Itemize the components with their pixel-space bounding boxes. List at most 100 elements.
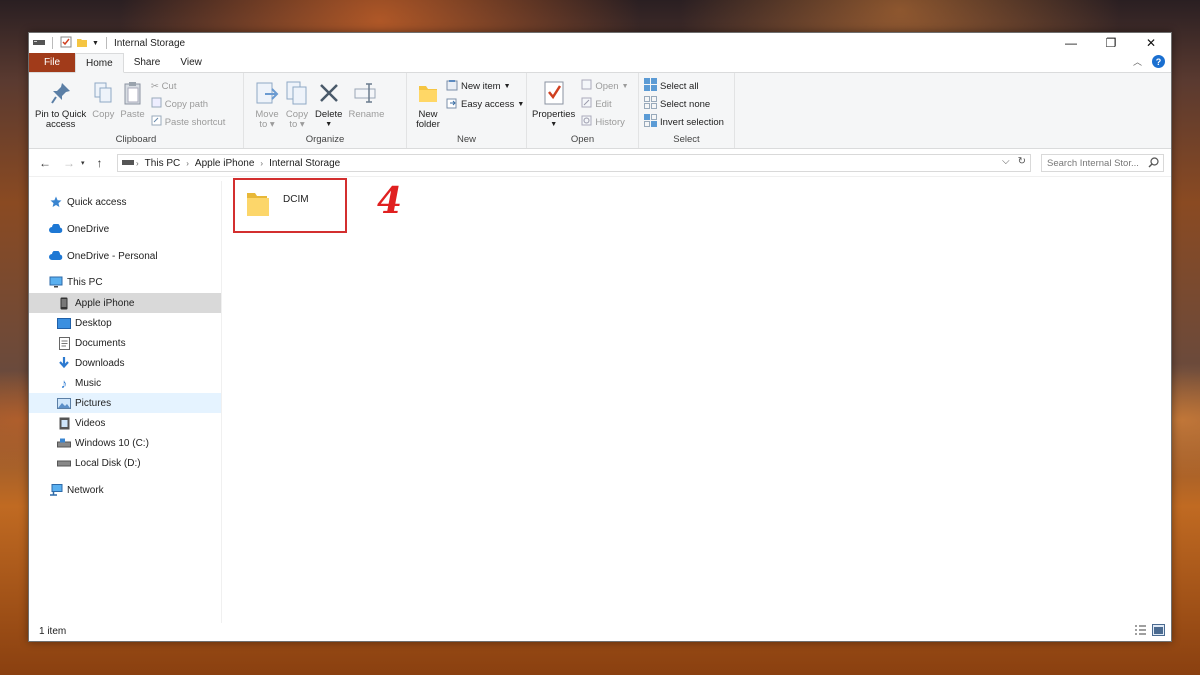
recent-locations-chevron-icon[interactable]: ▾ xyxy=(81,159,85,167)
nav-item-pictures[interactable]: Pictures xyxy=(29,393,221,413)
properties-button[interactable]: Properties ▼ xyxy=(529,76,578,134)
nav-item-videos[interactable]: Videos xyxy=(29,413,221,433)
nav-item-downloads[interactable]: Downloads xyxy=(29,353,221,373)
tab-file[interactable]: File xyxy=(29,53,75,72)
forward-arrow-icon[interactable]: → xyxy=(63,156,75,170)
collapse-ribbon-icon[interactable]: ︿ xyxy=(1133,55,1142,68)
up-arrow-icon[interactable]: ↑ xyxy=(97,156,103,170)
new-item-button[interactable]: New item ▼ xyxy=(446,78,524,94)
rename-label: Rename xyxy=(348,109,385,120)
nav-item-label: Apple iPhone xyxy=(75,297,135,309)
nav-item-apple-iphone[interactable]: Apple iPhone xyxy=(29,293,221,313)
pane-divider[interactable] xyxy=(221,181,222,623)
copy-button[interactable]: Copy xyxy=(89,76,117,134)
properties-qa-icon[interactable] xyxy=(60,36,72,51)
chevron-right-icon[interactable]: › xyxy=(136,159,139,168)
select-all-label: Select all xyxy=(660,80,699,92)
move-to-button[interactable]: Move to ▾ xyxy=(252,76,282,134)
details-view-icon[interactable] xyxy=(1134,624,1147,639)
search-input[interactable]: Search Internal Stor... xyxy=(1041,154,1164,172)
nav-item-label: Quick access xyxy=(67,196,127,208)
view-toggle-buttons xyxy=(1134,624,1165,639)
help-icon[interactable]: ? xyxy=(1152,55,1165,68)
picture-icon xyxy=(57,396,71,410)
address-bar[interactable]: › This PC › Apple iPhone › Internal Stor… xyxy=(117,154,1031,172)
nav-item-network[interactable]: Network xyxy=(29,480,221,500)
tab-home[interactable]: Home xyxy=(75,53,124,73)
address-dropdown-icon[interactable]: ⌵ xyxy=(1002,156,1010,167)
new-folder-button[interactable]: New folder xyxy=(413,76,443,134)
cut-button[interactable]: ✂ Cut xyxy=(151,78,226,94)
new-folder-label-line2: folder xyxy=(416,119,440,130)
breadcrumb-internal-storage[interactable]: Internal Storage xyxy=(269,158,340,169)
new-folder-qa-icon[interactable] xyxy=(76,36,88,51)
delete-button[interactable]: Delete ▼ xyxy=(312,76,345,134)
search-placeholder: Search Internal Stor... xyxy=(1047,157,1139,169)
nav-item-documents[interactable]: Documents xyxy=(29,333,221,353)
copy-path-button[interactable]: Copy path xyxy=(151,96,226,112)
cloud-icon xyxy=(49,249,63,263)
nav-item-local-disk-d[interactable]: Local Disk (D:) xyxy=(29,453,221,473)
nav-item-desktop[interactable]: Desktop xyxy=(29,313,221,333)
ribbon-tabs: File Home Share View ︿ ? xyxy=(29,53,1171,73)
refresh-icon[interactable]: ↻ xyxy=(1018,156,1026,167)
nav-item-quick-access[interactable]: Quick access xyxy=(29,192,221,212)
close-button[interactable]: ✕ xyxy=(1131,33,1171,53)
maximize-button[interactable]: ❐ xyxy=(1091,33,1131,53)
chevron-right-icon[interactable]: › xyxy=(260,159,263,168)
open-icon xyxy=(581,79,592,93)
edit-button[interactable]: Edit xyxy=(581,96,628,112)
nav-item-onedrive[interactable]: OneDrive xyxy=(29,219,221,239)
breadcrumb-apple-iphone[interactable]: Apple iPhone xyxy=(195,158,255,169)
scissors-icon: ✂ xyxy=(150,80,159,92)
paste-shortcut-button[interactable]: Paste shortcut xyxy=(151,114,225,130)
move-to-label-line2: to ▾ xyxy=(259,119,275,130)
nav-item-onedrive-personal[interactable]: OneDrive - Personal xyxy=(29,246,221,266)
easy-access-label: Easy access xyxy=(461,98,515,110)
select-small-buttons: Select all Select none Invert selection xyxy=(641,76,727,134)
paste-shortcut-icon xyxy=(151,115,162,129)
open-button[interactable]: Open ▼ xyxy=(581,78,629,94)
chevron-down-icon: ▼ xyxy=(621,82,629,90)
nav-item-windows-c[interactable]: Windows 10 (C:) xyxy=(29,433,221,453)
select-none-button[interactable]: Select none xyxy=(644,96,724,112)
invert-selection-button[interactable]: Invert selection xyxy=(644,114,724,130)
nav-item-music[interactable]: ♪ Music xyxy=(29,373,221,393)
select-all-button[interactable]: Select all xyxy=(644,78,724,94)
copy-to-icon xyxy=(285,78,309,108)
ribbon-tab-extras: ︿ ? xyxy=(1133,55,1165,68)
copy-icon xyxy=(92,78,114,108)
large-icons-view-icon[interactable] xyxy=(1152,624,1165,639)
folder-item-dcim[interactable]: DCIM xyxy=(233,178,347,233)
back-arrow-icon[interactable]: ← xyxy=(39,156,51,170)
title-bar: ▼ Internal Storage — ❐ ✕ xyxy=(29,33,1171,53)
nav-item-label: Videos xyxy=(75,417,106,429)
clipboard-group: Pin to Quick access Copy Paste ✂ Cut Cop… xyxy=(29,73,244,148)
pin-to-quick-access-button[interactable]: Pin to Quick access xyxy=(32,76,89,134)
organize-group-label: Organize xyxy=(305,134,345,145)
delete-label: Delete xyxy=(315,109,343,120)
tab-share[interactable]: Share xyxy=(124,53,171,72)
address-bar-actions: ⌵ ↻ xyxy=(1002,156,1026,167)
chevron-down-icon[interactable]: ▼ xyxy=(92,40,99,47)
chevron-down-icon: ▼ xyxy=(325,121,333,128)
nav-item-label: Windows 10 (C:) xyxy=(75,437,149,449)
copy-to-button[interactable]: Copy to ▾ xyxy=(282,76,312,134)
minimize-button[interactable]: — xyxy=(1051,33,1091,53)
ribbon: Pin to Quick access Copy Paste ✂ Cut Cop… xyxy=(29,73,1171,149)
nav-item-label: Desktop xyxy=(75,317,112,329)
tab-view[interactable]: View xyxy=(170,53,212,72)
open-group: Properties ▼ Open ▼ Edit History Open xyxy=(527,73,639,148)
easy-access-button[interactable]: Easy access ▼ xyxy=(446,96,524,112)
history-button[interactable]: History xyxy=(581,114,628,130)
nav-item-this-pc[interactable]: This PC xyxy=(29,272,221,292)
window-controls: — ❐ ✕ xyxy=(1051,33,1171,53)
drive-icon xyxy=(33,37,45,50)
rename-icon xyxy=(353,78,379,108)
rename-button[interactable]: Rename xyxy=(345,76,387,134)
paste-button[interactable]: Paste xyxy=(117,76,147,134)
chevron-right-icon[interactable]: › xyxy=(186,159,189,168)
star-icon xyxy=(49,195,63,209)
document-icon xyxy=(57,336,71,350)
breadcrumb-this-pc[interactable]: This PC xyxy=(145,158,181,169)
